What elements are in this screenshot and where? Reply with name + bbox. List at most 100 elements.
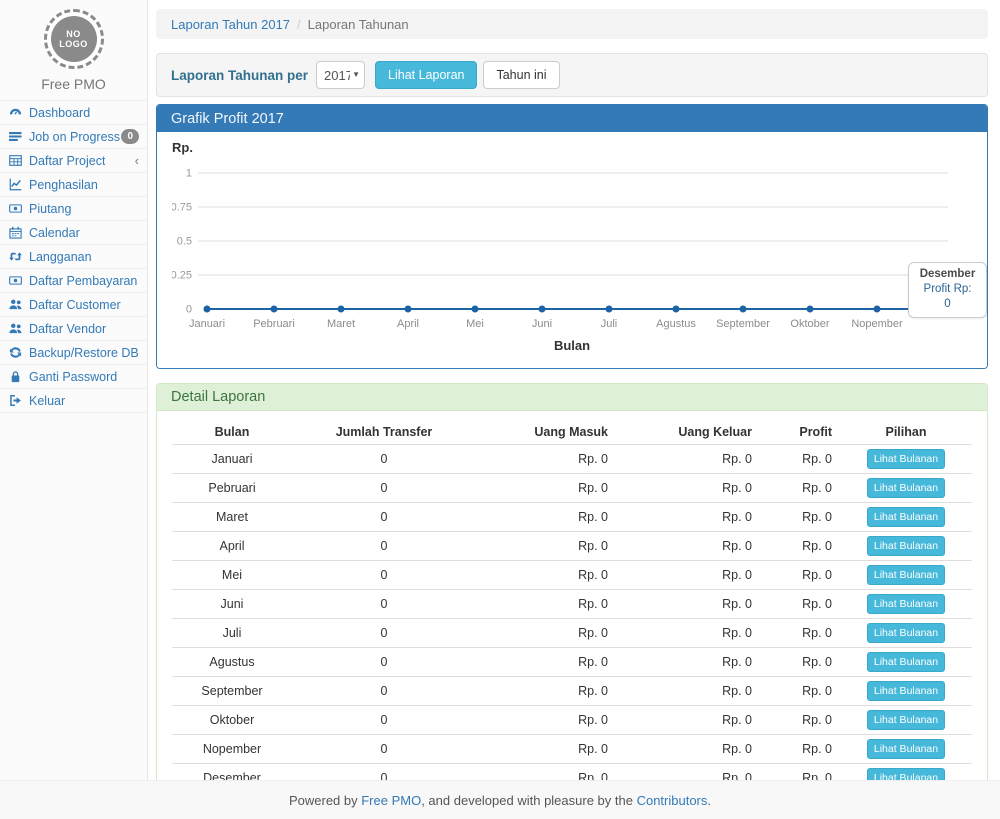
- chart-y-axis-label: Rp.: [172, 140, 972, 156]
- sidebar-item-daftar-vendor[interactable]: Daftar Vendor: [0, 317, 147, 341]
- sidebar-item-keluar[interactable]: Keluar: [0, 389, 147, 413]
- table-row: Nopember0Rp. 0Rp. 0Rp. 0Lihat Bulanan: [172, 735, 972, 764]
- svg-text:Agustus: Agustus: [656, 318, 696, 330]
- footer-freepmo-link[interactable]: Free PMO: [361, 793, 421, 808]
- money-icon: [9, 274, 24, 287]
- cell-uang-masuk: Rp. 0: [476, 619, 616, 648]
- lihat-bulanan-button[interactable]: Lihat Bulanan: [867, 768, 945, 780]
- sidebar-item-label: Job on Progress: [29, 130, 120, 144]
- sidebar-item-label: Backup/Restore DB: [29, 346, 139, 360]
- svg-text:September: September: [716, 318, 770, 330]
- table-icon: [9, 154, 24, 167]
- footer-contributors-link[interactable]: Contributors: [637, 793, 708, 808]
- cell-bulan: Juni: [172, 590, 292, 619]
- sidebar-item-label: Daftar Customer: [29, 298, 121, 312]
- cell-profit: Rp. 0: [760, 503, 840, 532]
- logo-text-line2: LOGO: [59, 39, 88, 49]
- lihat-bulanan-button[interactable]: Lihat Bulanan: [867, 536, 945, 556]
- svg-text:Juni: Juni: [532, 318, 552, 330]
- table-row: Desember0Rp. 0Rp. 0Rp. 0Lihat Bulanan: [172, 764, 972, 781]
- table-row: April0Rp. 0Rp. 0Rp. 0Lihat Bulanan: [172, 532, 972, 561]
- cell-bulan: Nopember: [172, 735, 292, 764]
- sidebar-item-calendar[interactable]: Calendar: [0, 221, 147, 245]
- report-table-header-row: BulanJumlah TransferUang MasukUang Kelua…: [172, 421, 972, 445]
- lihat-bulanan-button[interactable]: Lihat Bulanan: [867, 507, 945, 527]
- breadcrumb-link[interactable]: Laporan Tahun 2017: [171, 17, 290, 32]
- cell-profit: Rp. 0: [760, 764, 840, 781]
- lihat-bulanan-button[interactable]: Lihat Bulanan: [867, 594, 945, 614]
- cell-uang-masuk: Rp. 0: [476, 735, 616, 764]
- column-header: Uang Masuk: [476, 421, 616, 445]
- sidebar-item-daftar-pembayaran[interactable]: Daftar Pembayaran: [0, 269, 147, 293]
- sidebar-item-label: Ganti Password: [29, 370, 117, 384]
- table-row: Januari0Rp. 0Rp. 0Rp. 0Lihat Bulanan: [172, 445, 972, 474]
- profit-line-chart[interactable]: 00.250.50.751JanuariPebruariMaretAprilMe…: [172, 156, 972, 338]
- refresh-icon: [9, 346, 24, 359]
- retweet-icon: [9, 250, 24, 263]
- sidebar: NO LOGO Free PMO DashboardJob on Progres…: [0, 0, 148, 780]
- sidebar-item-piutang[interactable]: Piutang: [0, 197, 147, 221]
- svg-text:Pebruari: Pebruari: [253, 318, 295, 330]
- year-select[interactable]: 2017: [316, 61, 365, 89]
- main-content: Laporan Tahun 2017 / Laporan Tahunan Lap…: [148, 0, 1000, 780]
- lihat-bulanan-button[interactable]: Lihat Bulanan: [867, 739, 945, 759]
- lihat-bulanan-button[interactable]: Lihat Bulanan: [867, 710, 945, 730]
- logo-text-line1: NO: [66, 29, 81, 39]
- sidebar-item-langganan[interactable]: Langganan: [0, 245, 147, 269]
- cell-profit: Rp. 0: [760, 735, 840, 764]
- sidebar-item-daftar-project[interactable]: Daftar Project‹: [0, 149, 147, 173]
- sidebar-item-backup-restore-db[interactable]: Backup/Restore DB: [0, 341, 147, 365]
- svg-text:April: April: [397, 318, 419, 330]
- sidebar-item-daftar-customer[interactable]: Daftar Customer: [0, 293, 147, 317]
- lihat-bulanan-button[interactable]: Lihat Bulanan: [867, 681, 945, 701]
- cell-jumlah-transfer: 0: [292, 532, 476, 561]
- breadcrumb-separator: /: [297, 17, 301, 32]
- cell-profit: Rp. 0: [760, 561, 840, 590]
- svg-text:0.75: 0.75: [172, 202, 192, 214]
- detail-panel-body: BulanJumlah TransferUang MasukUang Kelua…: [157, 411, 987, 780]
- cell-bulan: Pebruari: [172, 474, 292, 503]
- sidebar-item-dashboard[interactable]: Dashboard: [0, 101, 147, 125]
- cell-pilihan: Lihat Bulanan: [840, 648, 972, 677]
- cell-jumlah-transfer: 0: [292, 735, 476, 764]
- cell-pilihan: Lihat Bulanan: [840, 503, 972, 532]
- lihat-bulanan-button[interactable]: Lihat Bulanan: [867, 565, 945, 585]
- cell-jumlah-transfer: 0: [292, 706, 476, 735]
- cell-profit: Rp. 0: [760, 445, 840, 474]
- cell-pilihan: Lihat Bulanan: [840, 532, 972, 561]
- cell-profit: Rp. 0: [760, 532, 840, 561]
- lihat-bulanan-button[interactable]: Lihat Bulanan: [867, 478, 945, 498]
- cell-pilihan: Lihat Bulanan: [840, 677, 972, 706]
- footer-text: Powered by Free PMO, and developed with …: [289, 793, 711, 808]
- lihat-bulanan-button[interactable]: Lihat Bulanan: [867, 623, 945, 643]
- cell-bulan: April: [172, 532, 292, 561]
- column-header: Profit: [760, 421, 840, 445]
- cell-bulan: Oktober: [172, 706, 292, 735]
- sidebar-item-penghasilan[interactable]: Penghasilan: [0, 173, 147, 197]
- svg-text:0.25: 0.25: [172, 270, 192, 282]
- tahun-ini-button[interactable]: Tahun ini: [483, 61, 559, 89]
- sidebar-item-label: Calendar: [29, 226, 80, 240]
- cell-uang-masuk: Rp. 0: [476, 503, 616, 532]
- report-table-body: Januari0Rp. 0Rp. 0Rp. 0Lihat BulananPebr…: [172, 445, 972, 781]
- main-row: NO LOGO Free PMO DashboardJob on Progres…: [0, 0, 1000, 780]
- cell-uang-keluar: Rp. 0: [616, 619, 760, 648]
- users-icon: [9, 298, 24, 311]
- lihat-bulanan-button[interactable]: Lihat Bulanan: [867, 652, 945, 672]
- toolbar-label: Laporan Tahunan per: [171, 68, 308, 83]
- svg-text:Mei: Mei: [466, 318, 484, 330]
- lihat-bulanan-button[interactable]: Lihat Bulanan: [867, 449, 945, 469]
- sidebar-item-label: Penghasilan: [29, 178, 98, 192]
- svg-text:Januari: Januari: [189, 318, 225, 330]
- svg-text:Nopember: Nopember: [851, 318, 903, 330]
- report-table: BulanJumlah TransferUang MasukUang Kelua…: [172, 421, 972, 780]
- svg-text:Juli: Juli: [601, 318, 618, 330]
- signout-icon: [9, 394, 24, 407]
- sidebar-item-job-on-progress[interactable]: Job on Progress0: [0, 125, 147, 149]
- lihat-laporan-button[interactable]: Lihat Laporan: [375, 61, 477, 89]
- cell-pilihan: Lihat Bulanan: [840, 474, 972, 503]
- cell-uang-masuk: Rp. 0: [476, 561, 616, 590]
- cell-jumlah-transfer: 0: [292, 764, 476, 781]
- cell-uang-masuk: Rp. 0: [476, 677, 616, 706]
- sidebar-item-ganti-password[interactable]: Ganti Password: [0, 365, 147, 389]
